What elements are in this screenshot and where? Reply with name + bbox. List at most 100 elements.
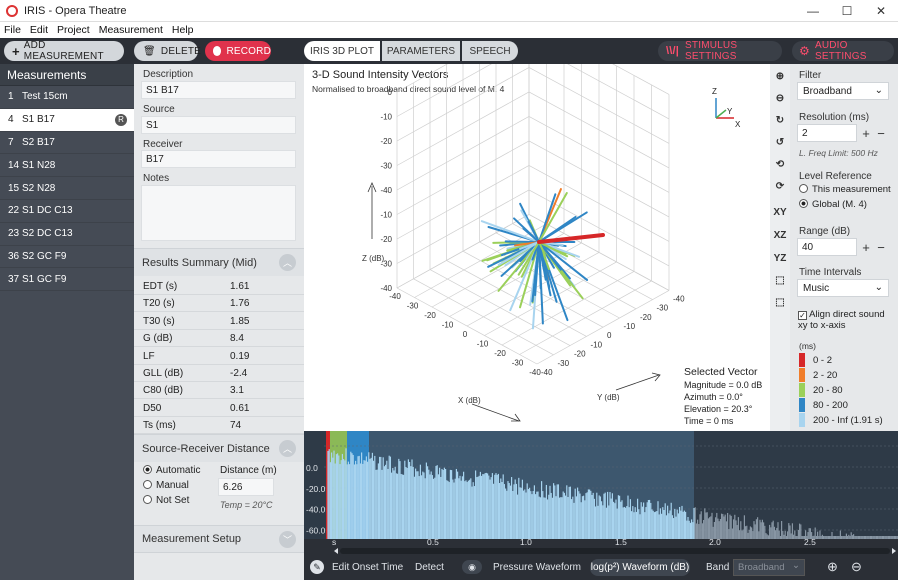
view-yz-button[interactable]: YZ: [772, 250, 788, 266]
wave-y-tick: 0.0: [306, 463, 318, 473]
measurement-item[interactable]: 22 S1 DC C13: [0, 200, 134, 223]
filter-select[interactable]: Broadband ⌄: [797, 82, 889, 100]
wave-x-tick: 2.5: [804, 537, 816, 547]
menu-help[interactable]: Help: [172, 24, 194, 36]
chevron-up-icon[interactable]: ︿: [279, 440, 296, 457]
resolution-plus-button[interactable]: +: [859, 124, 873, 142]
measurement-item[interactable]: 15 S2 N28: [0, 177, 134, 200]
result-key: T30 (s): [143, 315, 175, 327]
rotate-y-icon[interactable]: ⟳: [772, 178, 788, 194]
rotate-z-ccw-icon[interactable]: ↺: [772, 134, 788, 150]
close-button[interactable]: ✕: [864, 0, 898, 22]
add-measurement-button[interactable]: + ADD MEASUREMENT: [4, 40, 124, 62]
measurement-item[interactable]: 14 S1 N28: [0, 154, 134, 178]
cube-view-icon[interactable]: ⬚: [772, 272, 788, 288]
waveform-canvas[interactable]: 0.0-20.0-40.0-60.0-80.0s0.51.01.52.02.5: [304, 431, 898, 556]
cube-iso-icon[interactable]: ⬚: [772, 294, 788, 310]
view-xz-button[interactable]: XZ: [772, 227, 788, 243]
radio-this-measurement[interactable]: This measurement: [799, 184, 891, 195]
zoom-out-icon[interactable]: ⊖: [851, 559, 862, 575]
log-waveform-button[interactable]: log(p²) Waveform (dB): [590, 559, 690, 576]
maximize-button[interactable]: ☐: [830, 0, 864, 22]
time-intervals-select[interactable]: Music ⌄: [797, 279, 889, 297]
z-tick-label: -40: [380, 186, 392, 195]
resolution-minus-button[interactable]: −: [874, 124, 888, 142]
menu-file[interactable]: File: [4, 24, 21, 36]
measurement-number: 22: [8, 205, 20, 217]
menu-edit[interactable]: Edit: [30, 24, 48, 36]
y-tick-label: 0: [607, 331, 612, 340]
range-input[interactable]: 40: [797, 238, 857, 256]
distance-input[interactable]: 6.26: [218, 478, 274, 496]
y-tick-label: -40: [541, 368, 553, 377]
radio-automatic[interactable]: Automatic: [143, 465, 200, 476]
detect-button[interactable]: Detect: [415, 562, 444, 573]
menu-project[interactable]: Project: [57, 24, 90, 36]
level-reference-label: Level Reference: [799, 171, 872, 182]
distance-header[interactable]: Source-Receiver Distance ︿: [134, 434, 304, 462]
waveform-panel[interactable]: 0.0-20.0-40.0-60.0-80.0s0.51.01.52.02.5: [304, 431, 898, 556]
measurement-name: S1 N28: [22, 159, 56, 171]
range-minus-button[interactable]: −: [874, 238, 888, 256]
tab-parameters[interactable]: PARAMETERS: [382, 41, 460, 61]
zoom-out-icon[interactable]: ⊖: [772, 90, 788, 106]
radio-global[interactable]: Global (M. 4): [799, 199, 867, 210]
menu-measurement[interactable]: Measurement: [99, 24, 163, 36]
onset-edit-icon[interactable]: ✎: [310, 560, 324, 574]
stimulus-settings-button[interactable]: \\/| STIMULUS SETTINGS: [658, 40, 782, 62]
eye-icon[interactable]: ◉: [462, 560, 482, 574]
measurement-item[interactable]: 4 S1 B17 R: [0, 108, 134, 132]
measurement-item[interactable]: 36 S2 GC F9: [0, 246, 134, 269]
range-plus-button[interactable]: +: [859, 238, 873, 256]
notes-field[interactable]: [141, 185, 296, 241]
result-key: C80 (dB): [143, 385, 184, 397]
chevron-down-icon[interactable]: ﹀: [279, 531, 296, 548]
align-checkbox[interactable]: ✓ Align direct sound xy to x-axis: [798, 309, 896, 331]
delete-button[interactable]: 🗑 DELETE: [134, 41, 201, 61]
radio-not-set[interactable]: Not Set: [143, 495, 189, 506]
minimize-button[interactable]: —: [796, 0, 830, 22]
chevron-up-icon[interactable]: ︿: [279, 254, 296, 271]
rotate-z-cw-icon[interactable]: ↻: [772, 112, 788, 128]
edit-onset-button[interactable]: Edit Onset Time: [332, 562, 403, 573]
distance-label: Distance (m): [220, 465, 277, 476]
tab-speech[interactable]: SPEECH: [462, 41, 518, 61]
resolution-label: Resolution (ms): [799, 112, 870, 123]
notes-label: Notes: [143, 173, 170, 184]
iris-3d-plot[interactable]: 3-D Sound Intensity Vectors Normalised t…: [304, 64, 770, 431]
selected-time: Time = 0 ms: [684, 416, 734, 426]
measurement-item[interactable]: 23 S2 DC C13: [0, 223, 134, 246]
zoom-in-icon[interactable]: ⊕: [772, 68, 788, 84]
result-value: 1.61: [230, 281, 250, 292]
tab-iris-3d-plot[interactable]: IRIS 3D PLOT: [304, 41, 380, 61]
checkbox-checked-icon: ✓: [798, 311, 807, 320]
result-value: -2.4: [230, 368, 248, 379]
radio-manual[interactable]: Manual: [143, 480, 189, 491]
y-tick-label: -10: [591, 340, 603, 349]
rotate-x-icon[interactable]: ⟲: [772, 156, 788, 172]
wave-x-tick: 0.5: [427, 537, 439, 547]
results-summary-header[interactable]: Results Summary (Mid) ︿: [134, 248, 304, 276]
description-field[interactable]: S1 B17: [141, 81, 296, 99]
audio-settings-button[interactable]: ⚙ AUDIO SETTINGS: [792, 40, 894, 62]
result-value: 0.19: [230, 350, 250, 362]
zoom-in-icon[interactable]: ⊕: [827, 559, 838, 575]
measurement-setup-header[interactable]: Measurement Setup ﹀: [134, 525, 304, 553]
receiver-label: Receiver: [143, 139, 183, 150]
y-tick-label: -10: [624, 322, 636, 331]
details-panel: Description S1 B17 Source S1 Receiver B1…: [134, 64, 304, 580]
record-button[interactable]: RECORD: [205, 41, 271, 61]
legend-item: 2 - 20: [799, 368, 837, 382]
band-select[interactable]: Broadband ⌄: [733, 559, 805, 576]
resolution-input[interactable]: 2: [797, 124, 857, 142]
measurement-item[interactable]: 1 Test 15cm: [0, 86, 134, 109]
source-field[interactable]: S1: [141, 116, 296, 134]
measurement-item[interactable]: 37 S1 GC F9: [0, 268, 134, 292]
measurement-item[interactable]: 7 S2 B17: [0, 132, 134, 155]
receiver-field[interactable]: B17: [141, 150, 296, 168]
legend-label: 200 - Inf (1.91 s): [813, 414, 883, 426]
waveform-scrollbar[interactable]: [340, 548, 890, 554]
view-xy-button[interactable]: XY: [772, 204, 788, 220]
pressure-waveform-button[interactable]: Pressure Waveform: [493, 562, 581, 573]
record-dot-icon: [213, 46, 222, 56]
